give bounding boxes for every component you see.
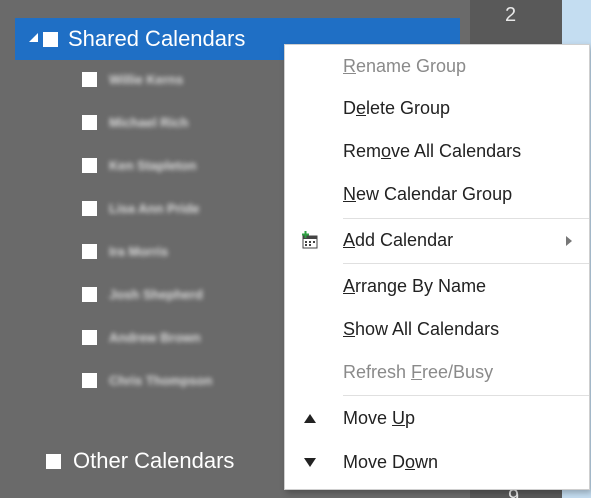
- menu-item-new-calendar-group[interactable]: New Calendar Group: [285, 174, 589, 214]
- menu-item-show-all-calendars[interactable]: Show All Calendars: [285, 309, 589, 349]
- menu-separator: [343, 218, 589, 219]
- menu-item-rename-group[interactable]: Rename Group: [285, 46, 589, 86]
- move-down-icon: [299, 451, 321, 473]
- calendar-list-item[interactable]: Willie Kerns: [82, 72, 183, 87]
- calendar-list-item[interactable]: Ken Stapleton: [82, 158, 196, 173]
- calendar-checkbox[interactable]: [82, 373, 97, 388]
- calendar-checkbox[interactable]: [82, 72, 97, 87]
- calendar-name: Ira Morris: [109, 244, 169, 259]
- menu-item-move-up[interactable]: Move Up: [285, 398, 589, 438]
- menu-separator: [343, 395, 589, 396]
- calendar-list-item[interactable]: Chris Thompson: [82, 373, 212, 388]
- calendar-name: Willie Kerns: [109, 72, 184, 87]
- group-checkbox[interactable]: [46, 453, 61, 469]
- group-title: Other Calendars: [73, 448, 235, 473]
- calendar-list-item[interactable]: Ira Morris: [82, 244, 168, 259]
- calendar-checkbox[interactable]: [82, 287, 97, 302]
- move-up-icon: [299, 407, 321, 429]
- calendar-list-item[interactable]: Michael Rich: [82, 115, 188, 130]
- calendar-checkbox[interactable]: [82, 330, 97, 345]
- calendar-name: Michael Rich: [109, 115, 189, 130]
- group-checkbox[interactable]: [43, 31, 58, 47]
- menu-item-move-down[interactable]: Move Down: [285, 442, 589, 482]
- calendar-checkbox[interactable]: [82, 115, 97, 130]
- calendar-name: Andrew Brown: [109, 330, 201, 345]
- calendar-day-number: 2: [505, 4, 517, 26]
- calendar-list-item[interactable]: Andrew Brown: [82, 330, 201, 345]
- add-calendar-icon: [299, 229, 321, 251]
- calendar-name: Chris Thompson: [109, 373, 213, 388]
- menu-separator: [343, 263, 589, 264]
- calendar-list-item[interactable]: Lisa Ann Pride: [82, 201, 200, 216]
- menu-item-remove-all-calendars[interactable]: Remove All Calendars: [285, 131, 589, 171]
- menu-item-refresh-free-busy[interactable]: Refresh Free/Busy: [285, 352, 589, 392]
- context-menu: Rename Group Delete Group Remove All Cal…: [284, 44, 590, 490]
- calendar-name: Josh Shepherd: [109, 287, 203, 302]
- submenu-arrow-icon: [565, 234, 575, 246]
- menu-item-arrange-by-name[interactable]: Arrange By Name: [285, 266, 589, 306]
- calendar-checkbox[interactable]: [82, 158, 97, 173]
- calendar-list-item[interactable]: Josh Shepherd: [82, 287, 203, 302]
- calendar-name: Lisa Ann Pride: [109, 201, 200, 216]
- collapse-arrow-icon[interactable]: [29, 33, 43, 45]
- menu-item-add-calendar[interactable]: Add Calendar: [285, 220, 589, 260]
- other-calendars-group-header[interactable]: Other Calendars: [46, 448, 234, 474]
- calendar-checkbox[interactable]: [82, 244, 97, 259]
- calendar-checkbox[interactable]: [82, 201, 97, 216]
- group-title: Shared Calendars: [68, 26, 246, 51]
- menu-item-delete-group[interactable]: Delete Group: [285, 88, 589, 128]
- calendar-name: Ken Stapleton: [109, 158, 197, 173]
